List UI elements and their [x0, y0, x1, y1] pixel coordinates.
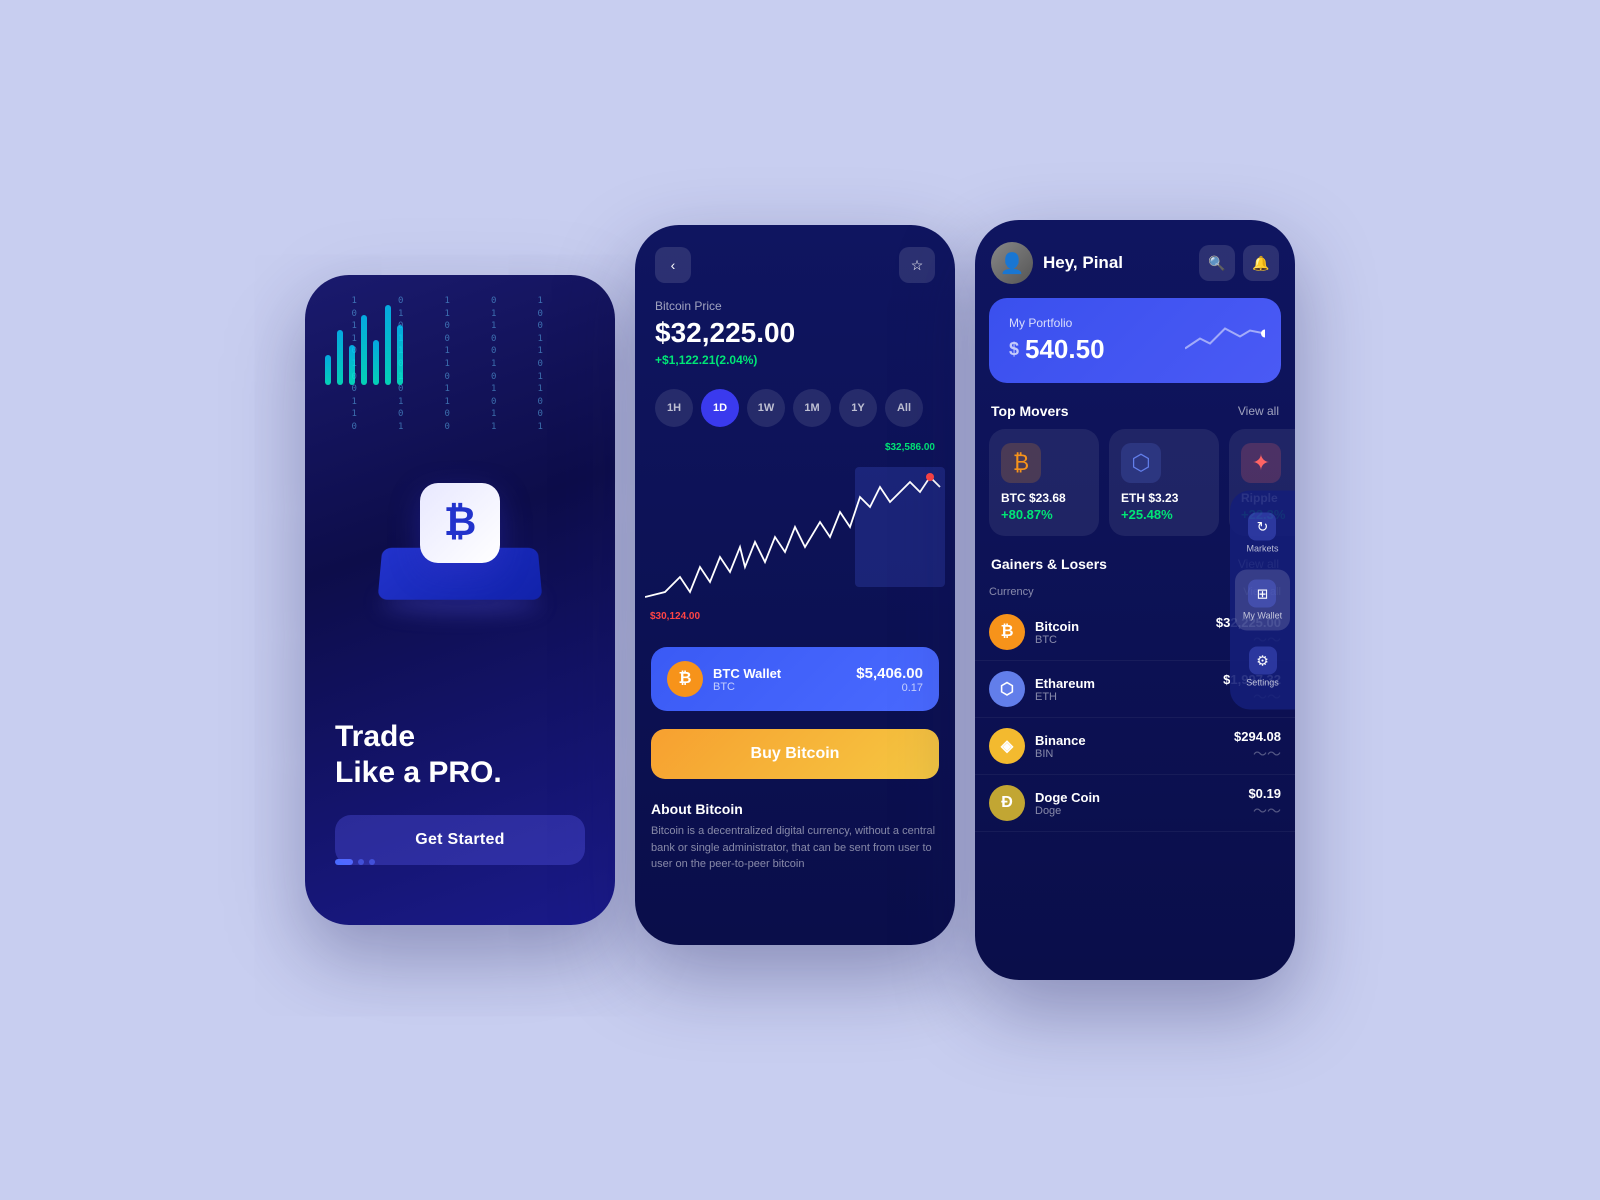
filter-all[interactable]: All [885, 389, 923, 427]
phone-dashboard: 👤 Hey, Pinal 🔍 🔔 My Portfolio $ 540.50 [975, 220, 1295, 980]
phone2-header: ‹ ☆ [635, 225, 955, 299]
buy-bitcoin-button[interactable]: Buy Bitcoin [651, 729, 939, 779]
bnb-name: Binance [1035, 733, 1234, 748]
eth-details: Ethareum ETH [1035, 676, 1223, 703]
settings-icon: ⚙ [1249, 647, 1277, 675]
currency-symbol: $ [1009, 339, 1019, 360]
portfolio-card: My Portfolio $ 540.50 [989, 298, 1281, 383]
doge-icon: Ð [989, 785, 1025, 821]
chart-low-label: $30,124.00 [650, 611, 700, 622]
get-started-button[interactable]: Get Started [335, 815, 585, 865]
mover-eth[interactable]: ⬡ ETH $3.23 +25.48% [1109, 429, 1219, 536]
price-chart: $32,586.00 $30,124.00 [645, 437, 945, 637]
hero-headline: TradeLike a PRO. [335, 719, 585, 791]
btc-name: Bitcoin [1035, 619, 1216, 634]
eth-icon: ⬡ [989, 671, 1025, 707]
nav-settings[interactable]: ⚙ Settings [1238, 637, 1287, 698]
wallet-details: BTC Wallet BTC [713, 666, 781, 693]
top-movers-header: Top Movers View all [975, 397, 1295, 429]
bnb-icon: ◈ [989, 728, 1025, 764]
wallet-icon: ⊞ [1248, 580, 1276, 608]
mover-eth-name: ETH $3.23 [1121, 491, 1207, 505]
top-movers-title: Top Movers [991, 403, 1069, 419]
price-section: Bitcoin Price $32,225.00 +$1,122.21(2.04… [635, 299, 955, 379]
filter-1y[interactable]: 1Y [839, 389, 877, 427]
eth-name: Ethareum [1035, 676, 1223, 691]
doge-price: $0.19 [1248, 786, 1281, 801]
wallet-btc-amount: 0.17 [856, 682, 923, 694]
price-change: +$1,122.21(2.04%) [655, 353, 935, 367]
mover-eth-change: +25.48% [1121, 507, 1207, 522]
about-title: About Bitcoin [651, 801, 939, 817]
bnb-price-block: $294.08 〜〜 [1234, 729, 1281, 764]
btc-icon: ₿ [989, 614, 1025, 650]
wallet-type: BTC [713, 681, 781, 693]
search-button[interactable]: 🔍 [1199, 245, 1235, 281]
eth-ticker: ETH [1035, 691, 1223, 703]
about-section: About Bitcoin Bitcoin is a decentralized… [635, 787, 955, 881]
bnb-price: $294.08 [1234, 729, 1281, 744]
doge-details: Doge Coin Doge [1035, 790, 1248, 817]
doge-ticker: Doge [1035, 805, 1248, 817]
bottom-nav: ↻ Markets ⊞ My Wallet ⚙ Settings [1230, 491, 1295, 710]
back-button[interactable]: ‹ [655, 247, 691, 283]
bnb-details: Binance BIN [1035, 733, 1234, 760]
phone-onboarding: 10110100110 01011010101 11001101100 0110… [305, 275, 615, 925]
currency-row-bnb[interactable]: ◈ Binance BIN $294.08 〜〜 [975, 718, 1295, 775]
header-icons: 🔍 🔔 [1199, 245, 1279, 281]
wallet-usd-amount: $5,406.00 [856, 665, 923, 682]
filter-1d[interactable]: 1D [701, 389, 739, 427]
filter-1h[interactable]: 1H [655, 389, 693, 427]
btc-details: Bitcoin BTC [1035, 619, 1216, 646]
mover-btc[interactable]: ₿ BTC $23.68 +80.87% [989, 429, 1099, 536]
markets-icon: ↻ [1248, 513, 1276, 541]
avatar: 👤 [991, 242, 1033, 284]
wallet-label: My Wallet [1243, 611, 1282, 621]
doge-name: Doge Coin [1035, 790, 1248, 805]
time-filter-bar: 1H 1D 1W 1M 1Y All [635, 379, 955, 437]
phone-bitcoin-price: ‹ ☆ Bitcoin Price $32,225.00 +$1,122.21(… [635, 225, 955, 945]
price-label: Bitcoin Price [655, 299, 935, 313]
doge-wave: 〜〜 [1248, 801, 1281, 821]
portfolio-wave [1185, 318, 1265, 363]
mover-eth-icon: ⬡ [1121, 443, 1161, 483]
btc-ticker: BTC [1035, 634, 1216, 646]
user-greeting: Hey, Pinal [1043, 253, 1123, 273]
about-text: Bitcoin is a decentralized digital curre… [651, 823, 939, 873]
btc-3d-visual: ₿ [330, 373, 590, 633]
portfolio-value: 540.50 [1025, 334, 1105, 365]
hero-area: 10110100110 01011010101 11001101100 0110… [305, 275, 615, 730]
nav-wallet[interactable]: ⊞ My Wallet [1235, 570, 1290, 631]
settings-label: Settings [1246, 678, 1279, 688]
gainers-title: Gainers & Losers [991, 556, 1107, 572]
currency-col-header: Currency [989, 586, 1034, 598]
dashboard-header: 👤 Hey, Pinal 🔍 🔔 [975, 220, 1295, 298]
price-value: $32,225.00 [655, 317, 935, 349]
mover-btc-change: +80.87% [1001, 507, 1087, 522]
user-info: 👤 Hey, Pinal [991, 242, 1123, 284]
mover-btc-icon: ₿ [1001, 443, 1041, 483]
doge-price-block: $0.19 〜〜 [1248, 786, 1281, 821]
chart-high-label: $32,586.00 [885, 442, 935, 453]
wallet-name: BTC Wallet [713, 666, 781, 681]
star-button[interactable]: ☆ [899, 247, 935, 283]
mover-btc-name: BTC $23.68 [1001, 491, 1087, 505]
wallet-btc-icon: ₿ [667, 661, 703, 697]
phones-container: 10110100110 01011010101 11001101100 0110… [305, 220, 1295, 980]
wallet-info-left: ₿ BTC Wallet BTC [667, 661, 781, 697]
wallet-card: ₿ BTC Wallet BTC $5,406.00 0.17 [651, 647, 939, 711]
currency-row-doge[interactable]: Ð Doge Coin Doge $0.19 〜〜 [975, 775, 1295, 832]
markets-label: Markets [1246, 544, 1278, 554]
top-movers-view-all[interactable]: View all [1238, 404, 1279, 418]
nav-markets[interactable]: ↻ Markets [1238, 503, 1286, 564]
bnb-ticker: BIN [1035, 748, 1234, 760]
notification-button[interactable]: 🔔 [1243, 245, 1279, 281]
bnb-wave: 〜〜 [1234, 744, 1281, 764]
filter-1w[interactable]: 1W [747, 389, 785, 427]
wallet-amount-block: $5,406.00 0.17 [856, 665, 923, 694]
onboarding-text: TradeLike a PRO. Get Started [305, 719, 615, 885]
filter-1m[interactable]: 1M [793, 389, 831, 427]
mover-xrp-icon: ✦ [1241, 443, 1281, 483]
